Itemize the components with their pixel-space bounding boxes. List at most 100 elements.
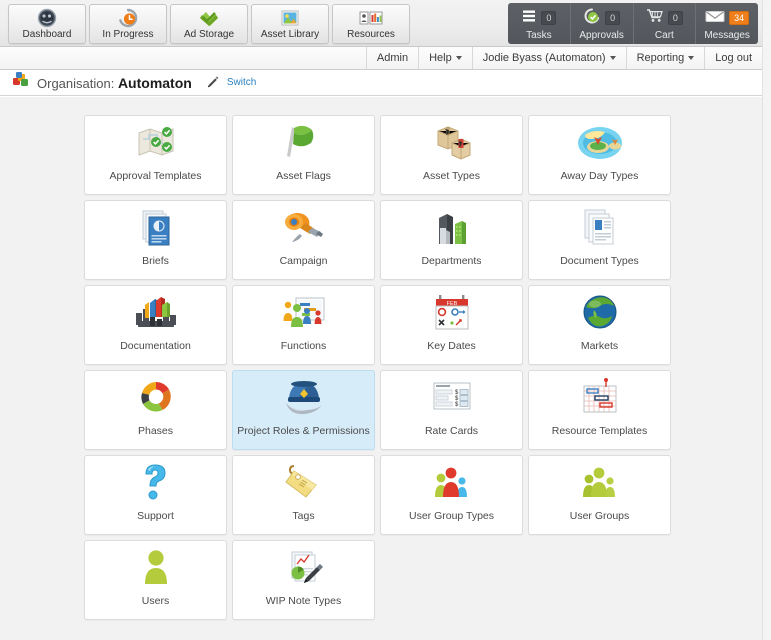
tasks-list-icon — [521, 9, 537, 28]
wip-note-pencil-icon — [233, 541, 374, 595]
tile-label: Support — [133, 510, 178, 522]
calendar-icon: FEB — [381, 286, 522, 340]
tile-label: Tags — [288, 510, 318, 522]
chevron-down-icon — [610, 56, 616, 60]
blue-document-icon — [85, 201, 226, 255]
nav-button-ad-storage[interactable]: Ad Storage — [170, 4, 248, 44]
donut-cycle-icon — [85, 371, 226, 425]
user-green-icon — [85, 541, 226, 595]
organisation-header: Organisation: Automaton Switch — [0, 70, 762, 96]
tile-key-dates[interactable]: FEB Key Dates — [380, 285, 523, 365]
tile-label: Resource Templates — [548, 425, 652, 437]
in-progress-clock-icon — [117, 8, 139, 28]
nav-button-asset-library[interactable]: Asset Library — [251, 4, 329, 44]
tile-briefs[interactable]: Briefs — [84, 200, 227, 280]
counter-messages[interactable]: 34 Messages — [696, 3, 758, 44]
map-check-icon — [85, 116, 226, 170]
approvals-check-icon — [583, 8, 601, 29]
organisation-title: Organisation: Automaton — [37, 75, 192, 91]
tile-functions[interactable]: Functions — [232, 285, 375, 365]
tile-label: Asset Flags — [272, 170, 335, 182]
counter-badge: 0 — [541, 11, 556, 25]
tile-departments[interactable]: Departments — [380, 200, 523, 280]
asset-library-picture-icon — [279, 8, 301, 28]
primary-nav-buttons: Dashboard In Progress Ad — [8, 4, 413, 44]
island-icon — [529, 116, 670, 170]
tile-label: User Group Types — [405, 510, 498, 522]
subnav-item-user-menu[interactable]: Jodie Byass (Automaton) — [472, 47, 626, 69]
tile-label: Documentation — [116, 340, 195, 352]
tile-tags[interactable]: Tags — [232, 455, 375, 535]
counter-approvals[interactable]: 0 Approvals — [571, 3, 634, 44]
subnav-label: Reporting — [637, 52, 685, 64]
top-navigation-bar: Dashboard In Progress Ad — [0, 0, 762, 47]
counter-label: Cart — [655, 30, 674, 41]
nav-button-label: Resources — [347, 29, 395, 40]
tile-approval-templates[interactable]: Approval Templates — [84, 115, 227, 195]
tile-documentation[interactable]: Documentation — [84, 285, 227, 365]
nav-button-label: Ad Storage — [184, 29, 234, 40]
tile-user-group-types[interactable]: User Group Types — [380, 455, 523, 535]
tile-markets[interactable]: Markets — [528, 285, 671, 365]
tile-document-types[interactable]: Document Types — [528, 200, 671, 280]
tile-label: Briefs — [138, 255, 173, 267]
nav-button-dashboard[interactable]: Dashboard — [8, 4, 86, 44]
subnav-label: Help — [429, 52, 452, 64]
subnav-label: Jodie Byass (Automaton) — [483, 52, 606, 64]
nav-button-in-progress[interactable]: In Progress — [89, 4, 167, 44]
chevron-down-icon — [456, 56, 462, 60]
tile-label: Approval Templates — [105, 170, 205, 182]
tile-project-roles-and-permissions[interactable]: Project Roles & Permissions — [232, 370, 375, 450]
tile-label: Users — [138, 595, 173, 607]
resources-chart-icon — [359, 8, 383, 28]
tile-label: WIP Note Types — [262, 595, 345, 607]
subnav-item-reporting[interactable]: Reporting — [626, 47, 705, 69]
organisation-blocks-icon — [12, 71, 30, 94]
organisation-prefix: Organisation: — [37, 76, 118, 91]
switch-organisation-link[interactable]: Switch — [227, 77, 256, 88]
counter-nav-cluster: 0 Tasks 0 Approvals — [508, 3, 758, 44]
counter-tasks[interactable]: 0 Tasks — [508, 3, 571, 44]
organisation-name: Automaton — [118, 75, 192, 91]
tile-label: Phases — [134, 425, 177, 437]
ad-storage-check-icon — [198, 8, 220, 28]
police-cap-icon — [233, 371, 374, 425]
counter-badge: 0 — [605, 11, 620, 25]
tile-resource-templates[interactable]: Resource Templates — [528, 370, 671, 450]
tile-phases[interactable]: Phases — [84, 370, 227, 450]
tile-label: Project Roles & Permissions — [233, 425, 373, 437]
tile-campaign[interactable]: Campaign — [232, 200, 375, 280]
subnav-item-admin[interactable]: Admin — [366, 47, 418, 69]
nav-button-label: Asset Library — [261, 29, 319, 40]
tile-asset-flags[interactable]: Asset Flags — [232, 115, 375, 195]
counter-label: Approvals — [579, 30, 623, 41]
tile-support[interactable]: Support — [84, 455, 227, 535]
counter-label: Messages — [704, 30, 750, 41]
tile-label: Markets — [577, 340, 622, 352]
counter-cart[interactable]: 0 Cart — [634, 3, 697, 44]
tile-users[interactable]: Users — [84, 540, 227, 620]
tile-label: Departments — [417, 255, 485, 267]
subnav-item-help[interactable]: Help — [418, 47, 472, 69]
counter-badge: 34 — [729, 11, 749, 25]
tile-rate-cards[interactable]: $ $ $ Rate Cards — [380, 370, 523, 450]
tile-user-groups[interactable]: User Groups — [528, 455, 671, 535]
subnav-item-logout[interactable]: Log out — [704, 47, 762, 69]
boxes-icon — [381, 116, 522, 170]
content-area: Approval Templates Asset Flags — [0, 96, 762, 640]
tile-label: Functions — [277, 340, 331, 352]
people-board-icon — [233, 286, 374, 340]
nav-button-resources[interactable]: Resources — [332, 4, 410, 44]
cart-icon — [646, 8, 664, 28]
tile-label: Rate Cards — [421, 425, 482, 437]
chevron-down-icon — [688, 56, 694, 60]
tile-away-day-types[interactable]: Away Day Types — [528, 115, 671, 195]
subnav-label: Log out — [715, 52, 752, 64]
nav-button-label: In Progress — [102, 29, 153, 40]
tile-asset-types[interactable]: Asset Types — [380, 115, 523, 195]
question-mark-icon — [85, 456, 226, 510]
counter-badge: 0 — [668, 11, 683, 25]
window-scrollbar-track[interactable] — [762, 0, 771, 640]
tile-wip-note-types[interactable]: WIP Note Types — [232, 540, 375, 620]
pencil-icon[interactable] — [206, 76, 220, 90]
